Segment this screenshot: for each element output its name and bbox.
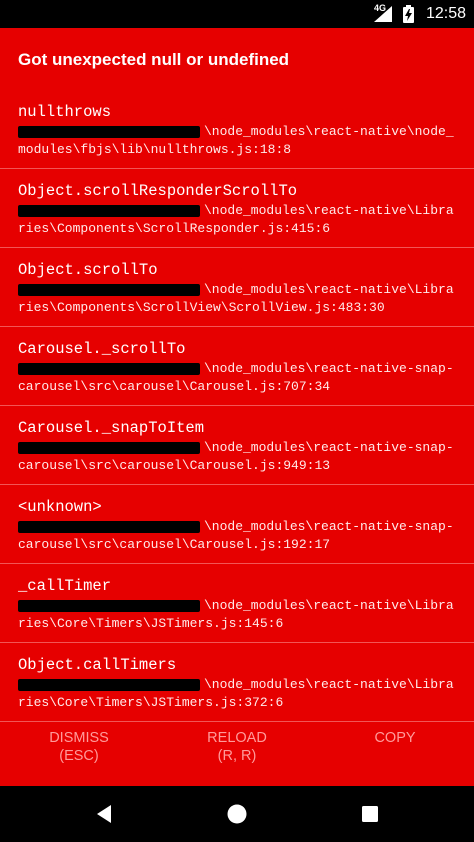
redacted-path-bar	[18, 125, 200, 138]
frame-function-name: _callTimer	[18, 577, 112, 595]
redacted-path-bar	[18, 204, 200, 217]
dismiss-label: DISMISS	[49, 730, 109, 746]
frame-file-path: \node_modules\react-native\Libraries\Com…	[18, 281, 456, 317]
frame-function-name: nullthrows	[18, 103, 112, 121]
redbox-buttons: DISMISS (ESC) RELOAD (R, R) COPY	[0, 729, 474, 779]
frame-file-path: \node_modules\react-native\Libraries\Cor…	[18, 597, 456, 633]
back-icon[interactable]	[92, 802, 116, 826]
frame-function-name: Carousel._scrollTo	[18, 340, 186, 358]
stack-frame[interactable]: Carousel._snapToItem \node_modules\react-…	[0, 406, 474, 485]
redacted-path-bar	[18, 441, 200, 454]
error-redbox: Got unexpected null or undefined nullthr…	[0, 28, 474, 786]
frame-file-path: \node_modules\react-native-snap-carousel…	[18, 518, 456, 554]
reload-shortcut: (R, R)	[217, 748, 257, 764]
frame-function-name: Object.scrollTo	[18, 261, 158, 279]
stack-frame[interactable]: _callTimer \node_modules\react-native\Lib…	[0, 564, 474, 643]
copy-button[interactable]: COPY	[330, 729, 460, 747]
stack-frame[interactable]: Object.scrollResponderScrollTo \node_modu…	[0, 169, 474, 248]
dismiss-button[interactable]: DISMISS (ESC)	[14, 729, 144, 765]
redacted-path-bar	[18, 678, 200, 691]
status-bar: 4G 12:58	[0, 0, 474, 28]
error-title: Got unexpected null or undefined	[18, 50, 290, 69]
redacted-path-bar	[18, 520, 200, 533]
redacted-path-bar	[18, 599, 200, 612]
frame-file-path: \node_modules\react-native\node_modules\…	[18, 123, 456, 159]
reload-button[interactable]: RELOAD (R, R)	[172, 729, 302, 765]
status-time: 12:58	[425, 5, 466, 22]
stack-frame[interactable]: <unknown> \node_modules\react-native-snap…	[0, 485, 474, 564]
frame-file-path: \node_modules\react-native\Libraries\Cor…	[18, 676, 456, 712]
stack-frame[interactable]: Object.scrollTo \node_modules\react-nativ…	[0, 248, 474, 327]
stack-frame[interactable]: nullthrows \node_modules\react-native\nod…	[0, 90, 474, 169]
frame-function-name: <unknown>	[18, 498, 102, 516]
frame-file-path: \node_modules\react-native\Libraries\Com…	[18, 202, 456, 238]
redacted-path-bar	[18, 362, 200, 375]
stack-frame[interactable]: Object.callTimers \node_modules\react-nat…	[0, 643, 474, 722]
copy-label: COPY	[374, 730, 416, 746]
frame-function-name: Carousel._snapToItem	[18, 419, 205, 437]
frame-function-name: Object.callTimers	[18, 656, 177, 674]
reload-label: RELOAD	[207, 730, 267, 746]
frame-file-path: \node_modules\react-native-snap-carousel…	[18, 360, 456, 396]
frame-file-path: \node_modules\react-native-snap-carousel…	[18, 439, 456, 475]
dismiss-shortcut: (ESC)	[59, 748, 99, 764]
battery-charging-icon	[403, 5, 414, 23]
recents-icon[interactable]	[358, 802, 382, 826]
home-icon[interactable]	[225, 802, 249, 826]
frame-function-name: Object.scrollResponderScrollTo	[18, 182, 298, 200]
stack-trace: nullthrows \node_modules\react-native\nod…	[0, 90, 474, 722]
stack-frame[interactable]: Carousel._scrollTo \node_modules\react-na…	[0, 327, 474, 406]
navigation-bar	[0, 786, 474, 842]
redacted-path-bar	[18, 283, 200, 296]
signal-icon	[374, 6, 392, 22]
